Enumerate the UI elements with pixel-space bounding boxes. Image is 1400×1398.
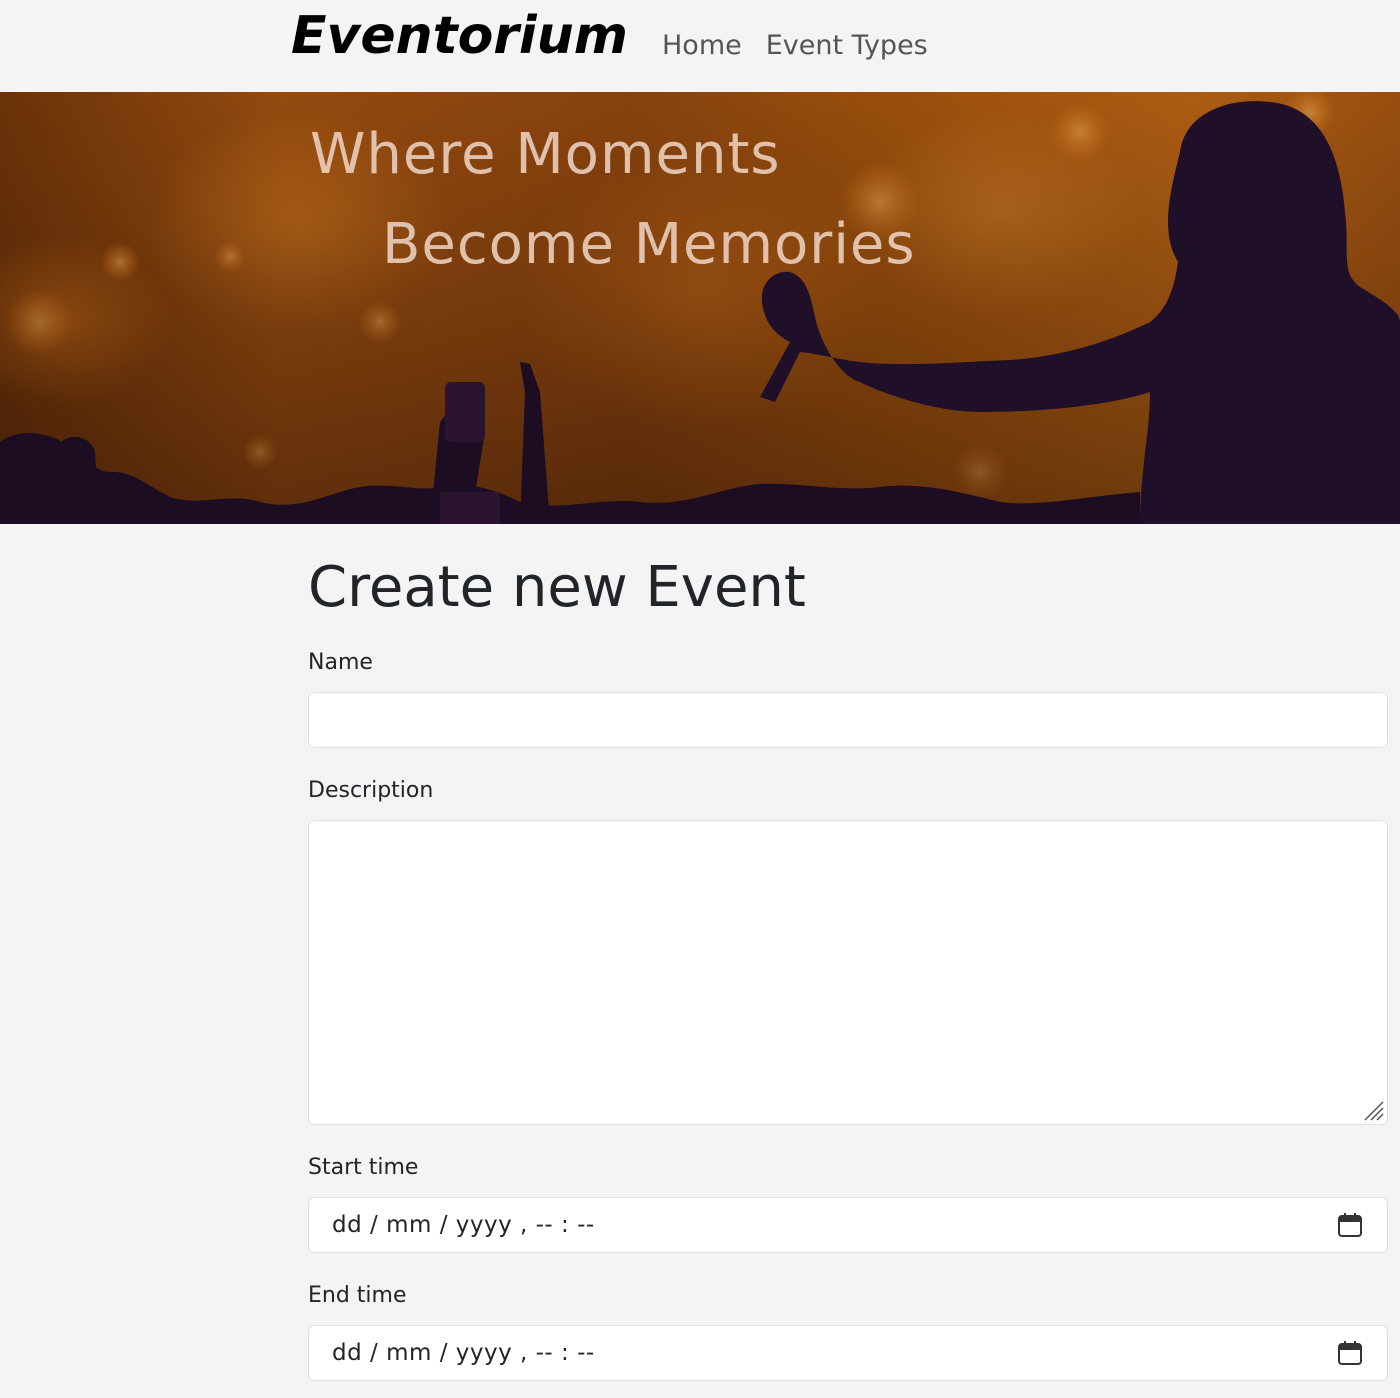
page-title: Create new Event bbox=[308, 555, 806, 620]
create-event-form: Create new Event Name Description Start … bbox=[308, 552, 1388, 1381]
end-time-placeholder: dd / mm / yyyy , -- : -- bbox=[332, 1340, 595, 1366]
hero-tagline-line1: Where Moments bbox=[310, 122, 781, 187]
start-time-placeholder: dd / mm / yyyy , -- : -- bbox=[332, 1212, 595, 1238]
description-label: Description bbox=[308, 778, 434, 803]
nav-links: Home Event Types bbox=[662, 30, 928, 61]
name-label: Name bbox=[308, 650, 373, 675]
navbar: Eventorium Home Event Types bbox=[0, 0, 1400, 92]
brand-logo[interactable]: Eventorium bbox=[291, 6, 628, 66]
start-time-input[interactable]: dd / mm / yyyy , -- : -- bbox=[308, 1197, 1388, 1253]
hero-tagline-line2: Become Memories bbox=[382, 212, 916, 277]
resize-grip-icon[interactable] bbox=[1363, 1100, 1385, 1122]
hero-banner: Where Moments Become Memories bbox=[0, 92, 1400, 524]
name-input[interactable] bbox=[308, 692, 1388, 748]
description-textarea[interactable] bbox=[308, 820, 1388, 1125]
calendar-icon[interactable] bbox=[1337, 1212, 1363, 1238]
nav-link-event-types[interactable]: Event Types bbox=[766, 30, 928, 61]
nav-link-home[interactable]: Home bbox=[662, 30, 742, 61]
end-time-input[interactable]: dd / mm / yyyy , -- : -- bbox=[308, 1325, 1388, 1381]
calendar-icon[interactable] bbox=[1337, 1340, 1363, 1366]
start-time-label: Start time bbox=[308, 1155, 419, 1180]
end-time-label: End time bbox=[308, 1283, 407, 1308]
